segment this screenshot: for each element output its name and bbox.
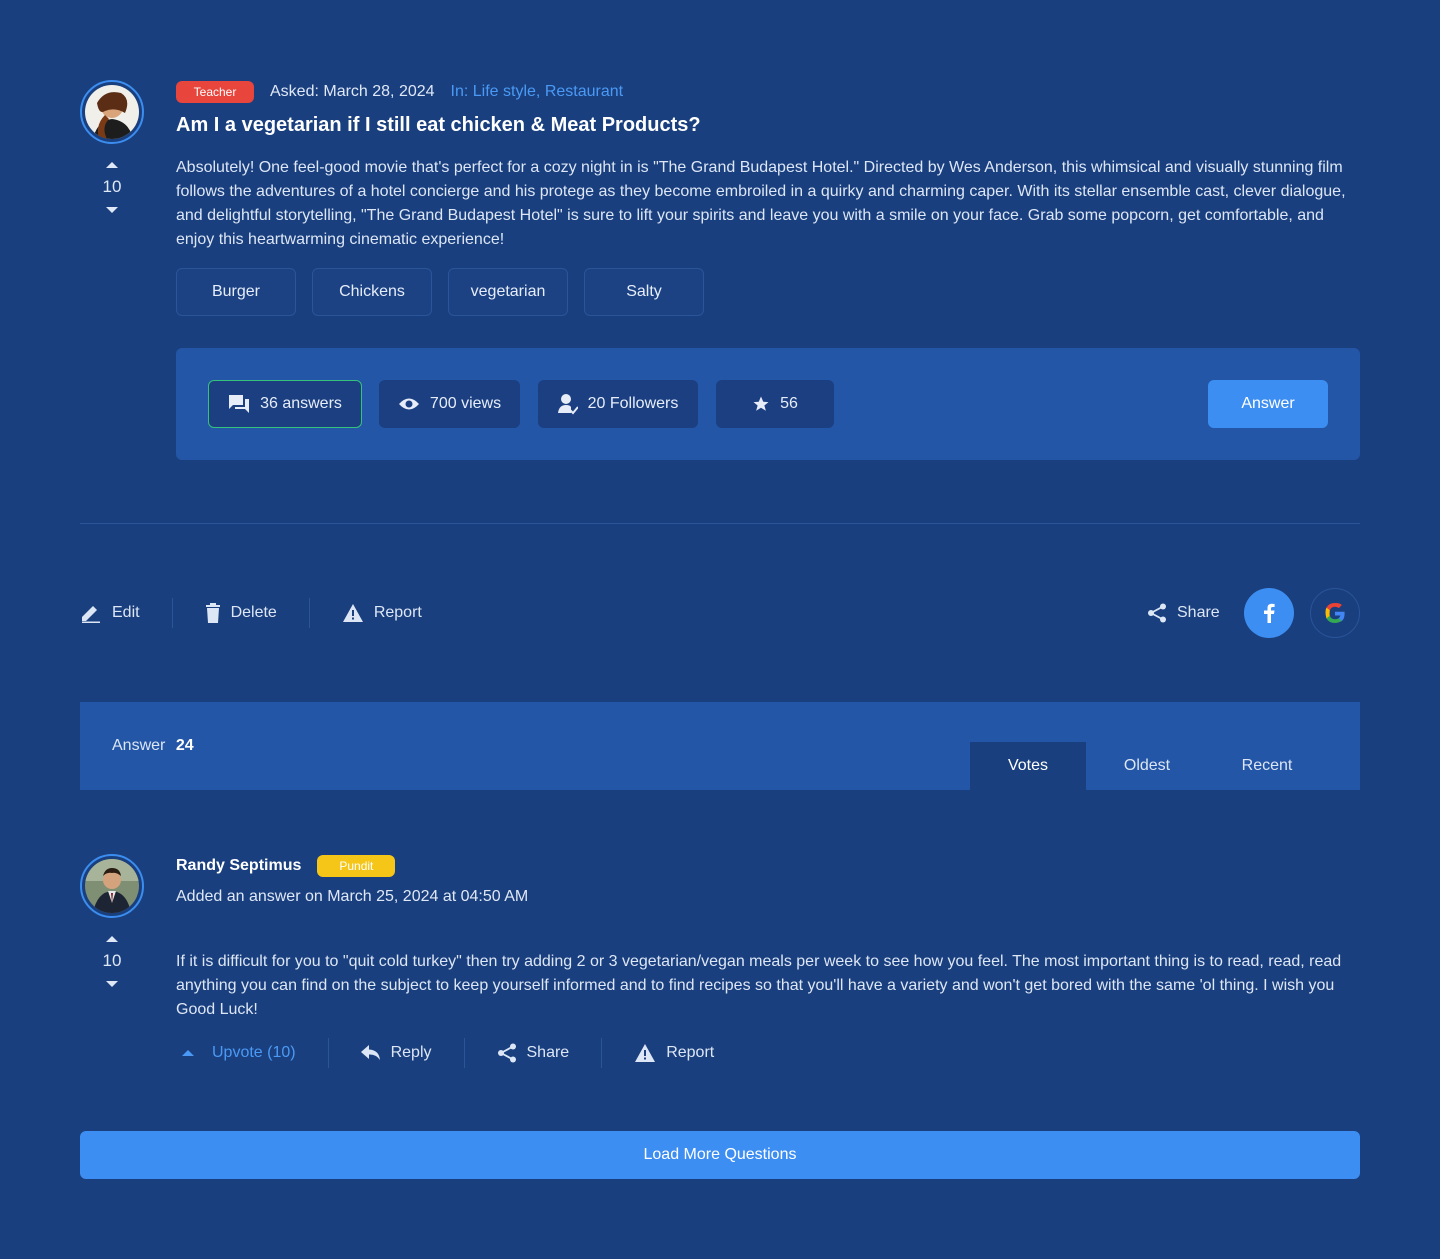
action-separator bbox=[327, 1038, 329, 1068]
question-actions: Edit Delete Report bbox=[80, 598, 422, 628]
answer-date: Added an answer on March 25, 2024 at 04:… bbox=[176, 888, 529, 905]
star-count-label: 56 bbox=[780, 395, 798, 412]
question-vote-count: 10 bbox=[102, 177, 122, 196]
google-share-button[interactable] bbox=[1310, 588, 1360, 638]
chevron-up-icon[interactable] bbox=[106, 162, 118, 168]
star-count[interactable]: 56 bbox=[716, 380, 834, 428]
answer-author-avatar[interactable] bbox=[80, 854, 144, 918]
action-separator bbox=[601, 1038, 603, 1068]
answers-header: Answer 24 Votes Oldest Recent bbox=[80, 702, 1360, 790]
question-body: Absolutely! One feel-good movie that's p… bbox=[176, 159, 1346, 248]
answer-author-name[interactable]: Randy Septimus bbox=[176, 857, 301, 875]
report-label: Report bbox=[373, 604, 422, 621]
reply-button[interactable]: Reply bbox=[360, 1044, 432, 1062]
action-separator bbox=[463, 1038, 465, 1068]
answer-report-button[interactable]: Report bbox=[634, 1043, 714, 1063]
answers-count-button[interactable]: 36 answers bbox=[208, 380, 362, 428]
question-author-avatar[interactable] bbox=[80, 80, 144, 144]
answers-count-label: 36 answers bbox=[260, 395, 342, 412]
facebook-share-button[interactable] bbox=[1244, 588, 1294, 638]
share-icon bbox=[497, 1043, 516, 1063]
action-separator bbox=[171, 598, 173, 628]
tag-list: Burger Chickens vegetarian Salty bbox=[176, 268, 704, 316]
answer-share-button[interactable]: Share bbox=[497, 1043, 570, 1063]
answer-actions: Upvote (10) Reply Share Report bbox=[176, 1038, 714, 1068]
edit-label: Edit bbox=[112, 604, 140, 621]
reply-label: Reply bbox=[390, 1044, 432, 1061]
star-icon bbox=[753, 396, 769, 411]
answer-body: If it is difficult for you to "quit cold… bbox=[176, 953, 1342, 1018]
chevron-up-icon[interactable] bbox=[106, 936, 118, 942]
answer-button[interactable]: Answer bbox=[1208, 380, 1328, 428]
facebook-icon bbox=[1264, 603, 1275, 623]
answer-vote-control: 10 bbox=[80, 936, 144, 987]
answer-sort-tabs: Votes Oldest Recent bbox=[970, 742, 1326, 790]
warning-icon bbox=[342, 604, 363, 622]
answer-share-label: Share bbox=[526, 1044, 570, 1061]
upvote-label: Upvote (10) bbox=[212, 1044, 296, 1061]
question-title[interactable]: Am I a vegetarian if I still eat chicken… bbox=[176, 114, 701, 137]
load-more-button[interactable]: Load More Questions bbox=[80, 1131, 1360, 1179]
eye-icon bbox=[398, 398, 419, 410]
answer-vote-count: 10 bbox=[102, 951, 122, 970]
upvote-button[interactable]: Upvote (10) bbox=[176, 1044, 296, 1062]
divider bbox=[80, 523, 1360, 524]
chevron-down-icon[interactable] bbox=[106, 207, 118, 213]
question-meta: Teacher Asked: March 28, 2024 In: Life s… bbox=[176, 80, 623, 104]
answer-meta: Randy Septimus Pundit bbox=[176, 854, 396, 878]
followers-count[interactable]: 20 Followers bbox=[538, 380, 698, 428]
teacher-badge: Teacher bbox=[176, 81, 254, 103]
action-separator bbox=[308, 598, 310, 628]
avatar-photo bbox=[85, 859, 139, 913]
delete-label: Delete bbox=[230, 604, 277, 621]
followers-count-label: 20 Followers bbox=[587, 395, 679, 412]
google-icon bbox=[1325, 602, 1345, 623]
tag-chickens[interactable]: Chickens bbox=[312, 268, 432, 316]
chat-icon bbox=[229, 395, 250, 413]
share-button[interactable]: Share bbox=[1147, 603, 1220, 623]
share-label: Share bbox=[1177, 604, 1220, 621]
delete-button[interactable]: Delete bbox=[205, 603, 277, 623]
tab-oldest[interactable]: Oldest bbox=[1086, 742, 1208, 790]
answers-heading-label: Answer bbox=[112, 737, 166, 754]
warning-icon bbox=[635, 1044, 656, 1062]
tab-recent[interactable]: Recent bbox=[1208, 742, 1326, 790]
avatar-photo bbox=[85, 85, 139, 139]
question-vote-control: 10 bbox=[80, 162, 144, 213]
edit-button[interactable]: Edit bbox=[80, 603, 140, 623]
report-button[interactable]: Report bbox=[342, 603, 422, 623]
answers-total-count: 24 bbox=[175, 737, 194, 754]
reply-icon bbox=[360, 1045, 380, 1060]
tag-burger[interactable]: Burger bbox=[176, 268, 296, 316]
views-count: 700 views bbox=[379, 380, 520, 428]
pundit-badge: Pundit bbox=[317, 855, 396, 877]
tag-salty[interactable]: Salty bbox=[584, 268, 704, 316]
question-categories[interactable]: In: Life style, Restaurant bbox=[451, 83, 624, 101]
user-check-icon bbox=[557, 394, 578, 415]
chevron-down-icon[interactable] bbox=[106, 981, 118, 987]
trash-icon bbox=[205, 603, 220, 623]
question-stats-panel: 36 answers 700 views 20 Followers 56 Ans… bbox=[176, 348, 1360, 460]
asked-date: Asked: March 28, 2024 bbox=[270, 83, 435, 100]
answer-report-label: Report bbox=[666, 1044, 715, 1061]
chevron-up-icon bbox=[182, 1050, 194, 1056]
views-count-label: 700 views bbox=[429, 395, 502, 412]
tab-votes[interactable]: Votes bbox=[970, 742, 1086, 790]
answers-heading: Answer 24 bbox=[112, 737, 194, 755]
edit-icon bbox=[82, 606, 100, 623]
share-icon bbox=[1148, 603, 1166, 623]
tag-vegetarian[interactable]: vegetarian bbox=[448, 268, 568, 316]
